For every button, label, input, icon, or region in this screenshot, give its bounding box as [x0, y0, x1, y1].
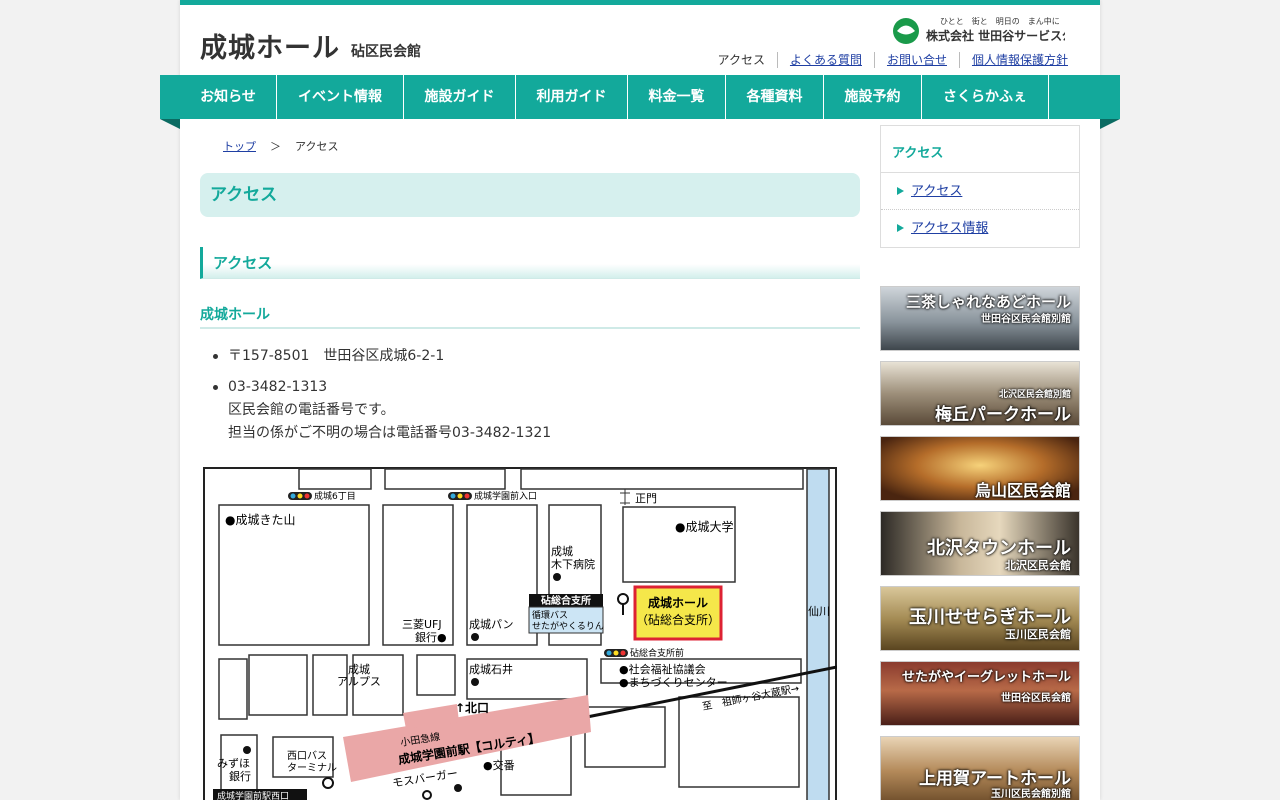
- map-label-machizukuri: ●まちづくりセンター: [619, 676, 728, 689]
- list-item: 03-3482-1313 区民会館の電話番号です。 担当の係がご不明の場合は電話…: [210, 376, 850, 445]
- traffic-signal-icon: [448, 492, 472, 500]
- sidebar-nav: アクセス アクセス アクセス情報: [880, 125, 1080, 248]
- access-map[interactable]: 仙川 小田急線 成城学園前駅【コルティ】 ↑北口 至 祖師ヶ谷大蔵駅→ 成城6丁…: [203, 467, 837, 800]
- breadcrumb-separator: ＞: [270, 140, 281, 153]
- address-text: 〒157-8501 世田谷区成城6-2-1: [228, 348, 445, 364]
- gnav-fees[interactable]: 料金一覧: [628, 75, 726, 119]
- map-label-mizuho-1: みずほ: [217, 757, 250, 770]
- banner-subtitle: 世田谷区民会館: [1001, 693, 1071, 704]
- map-label-main-gate: 正門: [635, 492, 657, 505]
- map-label-bus-2: せたがやくるりん: [532, 620, 604, 632]
- banner-title: 烏山区民会館: [974, 481, 1071, 500]
- banner-egret[interactable]: せたがやイーグレットホール 世田谷区民会館: [880, 661, 1080, 726]
- sidebar-item-access-info: アクセス情報: [881, 210, 1079, 247]
- list-item: 〒157-8501 世田谷区成城6-2-1: [210, 345, 850, 368]
- page-title: アクセス: [200, 173, 860, 217]
- map-label-ufj-2: 銀行●: [415, 630, 447, 644]
- section-heading: アクセス: [200, 247, 860, 279]
- phone-number: 03-3482-1313: [228, 379, 328, 395]
- sidebar-link-access[interactable]: アクセス: [911, 184, 962, 199]
- map-label-bus-terminal-2: ターミナル: [287, 762, 337, 774]
- logo-tagline: ひとと 街と 明日の まん中に: [940, 16, 1060, 26]
- map-label-university: ●成城大学: [675, 519, 733, 534]
- banner-subtitle: 北沢区民会館: [1005, 559, 1071, 572]
- gnav-documents[interactable]: 各種資料: [726, 75, 824, 119]
- map-label-west-exit: 成城学園前駅西口: [217, 790, 289, 800]
- utility-contact-link[interactable]: お問い合せ: [873, 52, 959, 68]
- map-label-alps-2: アルプス: [337, 675, 381, 688]
- breadcrumb: トップ ＞ アクセス: [223, 138, 338, 154]
- map-label-koban: ●交番: [483, 758, 515, 772]
- phone-note: 区民会館の電話番号です。: [228, 402, 395, 418]
- sidebar-heading: アクセス: [881, 126, 1079, 173]
- banner-title: 三茶しゃれなあどホール: [905, 293, 1071, 311]
- map-label-bread: 成城パン: [469, 618, 514, 631]
- sidebar-item-access: アクセス: [881, 173, 1079, 210]
- banner-kamiyoga[interactable]: 上用賀アートホール 玉川区民会館別館: [880, 736, 1080, 800]
- nav-fold-right: [1100, 119, 1120, 129]
- map-label-signal-2: 成城学園前入口: [474, 490, 537, 502]
- nav-fold-left: [160, 119, 180, 129]
- gnav-cafe[interactable]: さくらかふぇ: [922, 75, 1049, 119]
- gnav-usage-guide[interactable]: 利用ガイド: [516, 75, 628, 119]
- map-label-river: 仙川: [808, 605, 830, 618]
- gnav-reservation[interactable]: 施設予約: [824, 75, 922, 119]
- banner-umegaoka[interactable]: 北沢区民会館別館 梅丘パークホール: [880, 361, 1080, 426]
- phone-note-alt: 担当の係がご不明の場合は電話番号03-3482-1321: [228, 425, 552, 441]
- sidebar-link-access-info[interactable]: アクセス情報: [911, 221, 988, 236]
- banner-subtitle: 世田谷区民会館別館: [981, 314, 1071, 325]
- map-label-bus-1: 循環バス: [532, 609, 568, 621]
- company-logo[interactable]: ひとと 街と 明日の まん中に 株式会社 世田谷サービス公社: [890, 13, 1065, 45]
- map-label-ufj-1: 三菱UFJ: [402, 618, 442, 631]
- map-label-hospital-2: 木下病院: [551, 557, 595, 571]
- utility-current: アクセス: [717, 53, 765, 67]
- map-label-mizuho-2: 銀行: [229, 769, 251, 783]
- map-label-kitayama: ●成城きた山: [225, 513, 295, 527]
- banner-kitazawa[interactable]: 北沢タウンホール 北沢区民会館: [880, 511, 1080, 576]
- map-label-branch: 砧総合支所: [540, 594, 591, 607]
- banner-subtitle: 玉川区民会館別館: [991, 789, 1071, 800]
- map-label-north-exit: ↑北口: [455, 700, 489, 715]
- traffic-signal-icon: [604, 649, 628, 657]
- contact-info-list: 〒157-8501 世田谷区成城6-2-1 03-3482-1313 区民会館の…: [210, 345, 850, 453]
- global-nav: お知らせ イベント情報 施設ガイド 利用ガイド 料金一覧 各種資料 施設予約 さ…: [160, 75, 1120, 119]
- site-subtitle: 砧区民会館: [351, 44, 421, 60]
- river: [806, 468, 830, 800]
- map-label-hall-1: 成城ホール: [648, 595, 708, 610]
- subsection-heading: 成城ホール: [200, 304, 860, 329]
- map-label-ishii: 成城石井: [469, 662, 513, 676]
- traffic-signal-icon: [288, 492, 312, 500]
- banner-sancha[interactable]: 三茶しゃれなあどホール 世田谷区民会館別館: [880, 286, 1080, 351]
- gnav-news[interactable]: お知らせ: [180, 75, 277, 119]
- utility-faq-link[interactable]: よくある質問: [776, 52, 874, 68]
- utility-nav: アクセス よくある質問 お問い合せ 個人情報保護方針: [706, 52, 1080, 68]
- map-label-signal-1: 成城6丁目: [314, 490, 356, 502]
- banner-subtitle: 北沢区民会館別館: [998, 390, 1071, 400]
- banner-tamagawa[interactable]: 玉川せせらぎホール 玉川区民会館: [880, 586, 1080, 651]
- logo-text: 株式会社 世田谷サービス公社: [926, 28, 1065, 43]
- map-label-hall-2: （砧総合支所）: [636, 612, 720, 627]
- bus-stop-icon: [617, 593, 629, 605]
- map-label-bus-terminal-1: 西口バス: [287, 750, 327, 762]
- breadcrumb-current: アクセス: [295, 140, 339, 153]
- utility-privacy-link[interactable]: 個人情報保護方針: [958, 52, 1080, 68]
- gnav-facility-guide[interactable]: 施設ガイド: [404, 75, 516, 119]
- site-title[interactable]: 成城ホール: [200, 26, 340, 65]
- map-label-hospital-1: 成城: [551, 545, 573, 558]
- map-label-signal-3: 砧総合支所前: [630, 647, 684, 659]
- map-label-welfare: ●社会福祉協議会: [619, 662, 706, 676]
- banner-title: せたがやイーグレットホール: [901, 670, 1071, 685]
- banner-subtitle: 玉川区民会館: [1005, 628, 1071, 641]
- banner-title: 梅丘パークホール: [935, 405, 1071, 425]
- banner-karasuyama[interactable]: 烏山区民会館: [880, 436, 1080, 501]
- gnav-events[interactable]: イベント情報: [277, 75, 404, 119]
- breadcrumb-home[interactable]: トップ: [223, 140, 256, 153]
